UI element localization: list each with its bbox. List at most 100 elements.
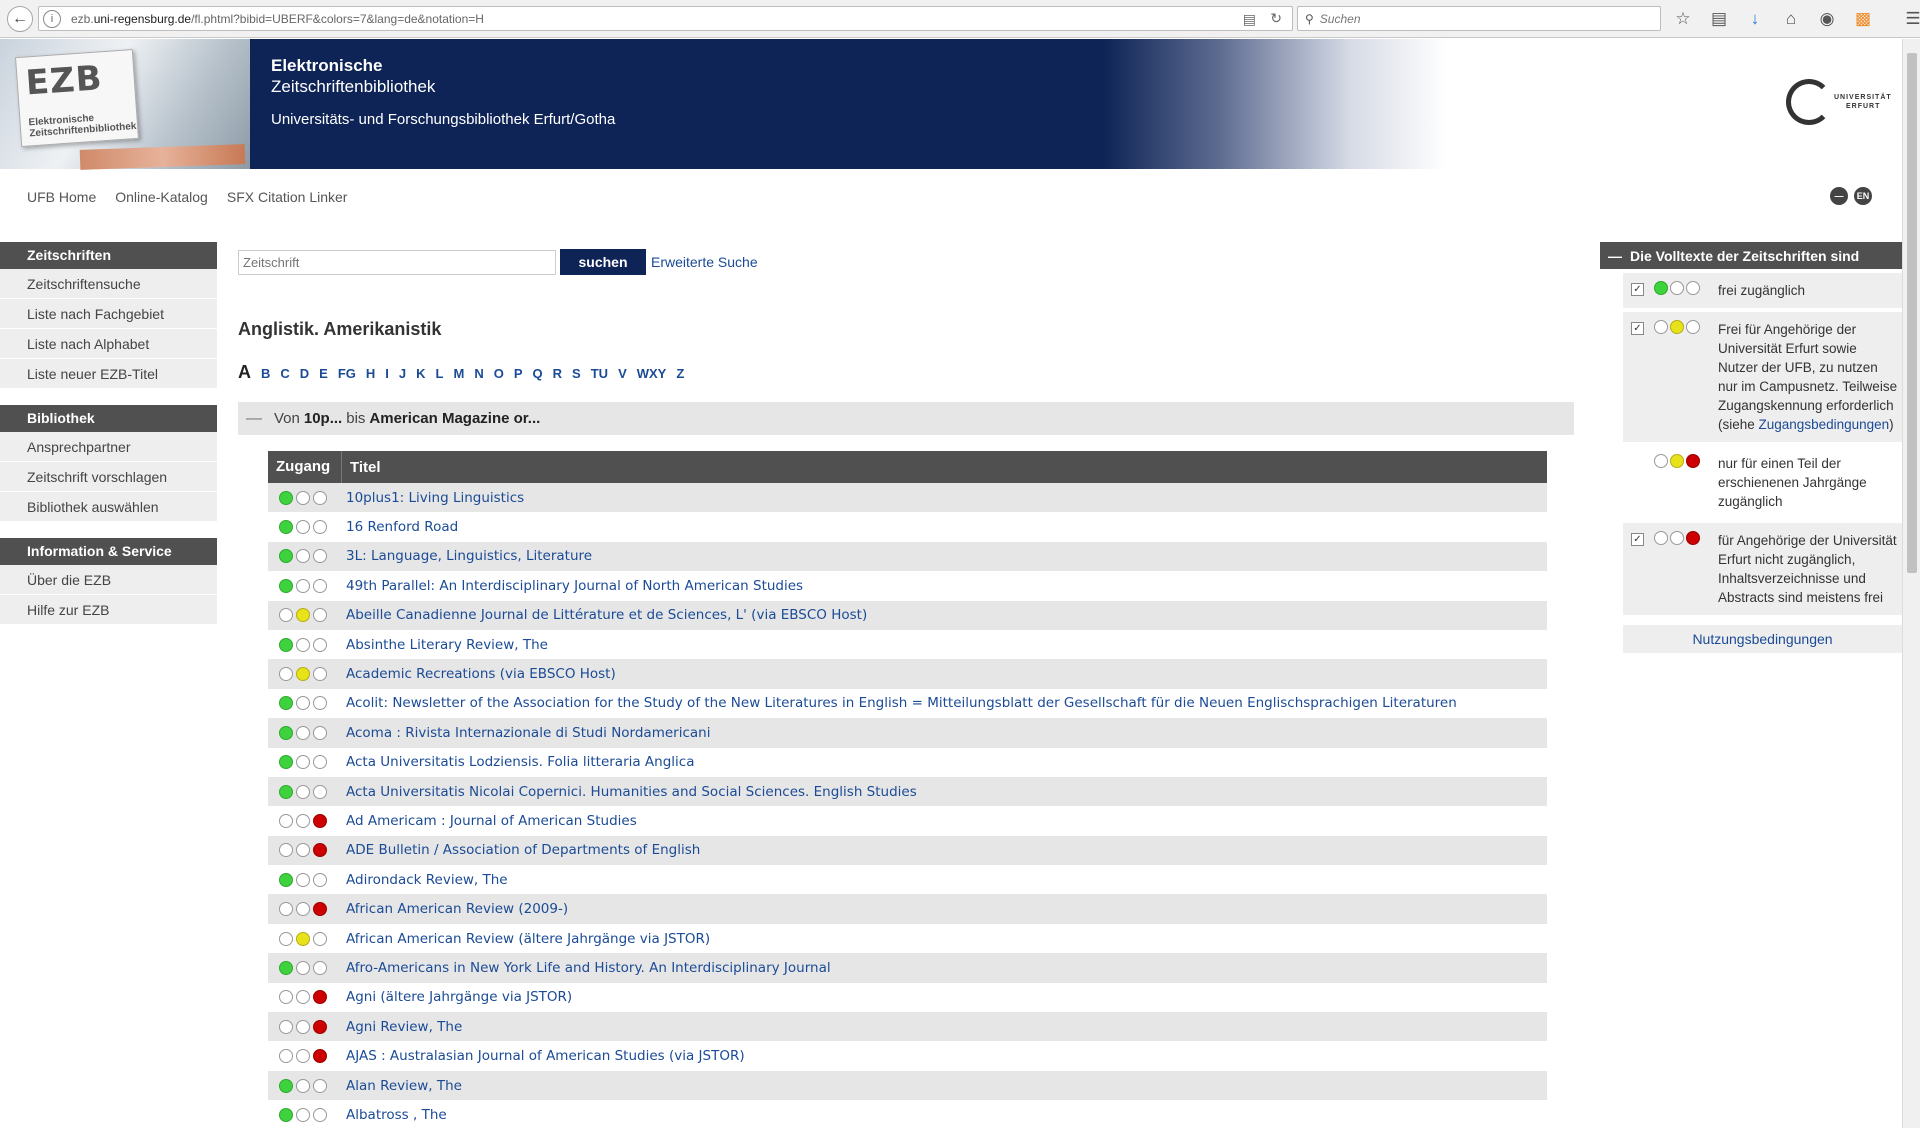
rss-icon[interactable]: ▩ [1850, 6, 1876, 32]
alpha-letter-tu[interactable]: TU [591, 366, 608, 381]
legend-light-2-icon [1670, 320, 1684, 334]
alpha-letter-e[interactable]: E [319, 366, 328, 381]
sidebar-item-neue-titel[interactable]: Liste neuer EZB-Titel [0, 359, 217, 389]
sidebar-item-liste-fachgebiet[interactable]: Liste nach Fachgebiet [0, 299, 217, 329]
bookmark-star-icon[interactable]: ☆ [1670, 6, 1696, 32]
journal-title-link[interactable]: Albatross , The [346, 1107, 447, 1123]
journal-title-link[interactable]: Ad Americam : Journal of American Studie… [346, 813, 637, 829]
search-button[interactable]: suchen [560, 249, 646, 275]
alpha-letter-k[interactable]: K [416, 366, 425, 381]
download-icon[interactable]: ↓ [1742, 6, 1768, 32]
journal-title-link[interactable]: Academic Recreations (via EBSCO Host) [346, 666, 616, 682]
university-logo[interactable]: UNIVERSITÄT ERFURT [1786, 79, 1892, 125]
access-light-2-icon [296, 637, 310, 652]
reader-view-icon[interactable]: ▤ [1243, 11, 1256, 28]
legend-checkbox[interactable]: ✓ [1631, 322, 1644, 335]
info-icon[interactable]: i [43, 9, 61, 28]
journal-title-link[interactable]: 3L: Language, Linguistics, Literature [346, 548, 592, 564]
nutzungsbedingungen-link[interactable]: Nutzungsbedingungen [1623, 625, 1902, 653]
collapse-minus-icon[interactable]: — [246, 410, 262, 428]
table-row: ADE Bulletin / Association of Department… [268, 835, 1547, 866]
sidebar-item-ueber-ezb[interactable]: Über die EZB [0, 565, 217, 595]
sidebar-item-hilfe[interactable]: Hilfe zur EZB [0, 595, 217, 625]
journal-title-link[interactable]: Afro-Americans in New York Life and Hist… [346, 960, 831, 976]
alpha-letter-c[interactable]: C [280, 366, 289, 381]
journal-title-link[interactable]: African American Review (2009-) [346, 901, 568, 917]
journal-title-link[interactable]: Acolit: Newsletter of the Association fo… [346, 695, 1457, 711]
journal-title-link[interactable]: African American Review (ältere Jahrgäng… [346, 931, 710, 947]
access-light-2-icon [296, 1078, 310, 1093]
pocket-icon[interactable]: ◉ [1814, 6, 1840, 32]
nav-online-katalog[interactable]: Online-Katalog [115, 189, 208, 205]
journal-title-link[interactable]: 10plus1: Living Linguistics [346, 490, 524, 506]
alpha-letter-d[interactable]: D [300, 366, 309, 381]
alpha-letter-p[interactable]: P [514, 366, 523, 381]
url-bar[interactable]: i ezb.uni-regensburg.de/fl.phtml?bibid=U… [38, 6, 1293, 31]
sidebar-item-liste-alphabet[interactable]: Liste nach Alphabet [0, 329, 217, 359]
sidebar-item-zeitschriftensuche[interactable]: Zeitschriftensuche [0, 269, 217, 299]
legend-checkbox[interactable]: ✓ [1631, 533, 1644, 546]
journal-title-link[interactable]: Acta Universitatis Nicolai Copernici. Hu… [346, 784, 917, 800]
alpha-letter-q[interactable]: Q [533, 366, 543, 381]
alpha-letter-wxy[interactable]: WXY [637, 366, 667, 381]
collapse-icon[interactable]: — [1830, 187, 1848, 205]
journal-title-link[interactable]: Abeille Canadienne Journal de Littératur… [346, 607, 867, 623]
home-icon[interactable]: ⌂ [1778, 6, 1804, 32]
sidebar-item-vorschlagen[interactable]: Zeitschrift vorschlagen [0, 462, 217, 492]
alpha-letter-fg[interactable]: FG [338, 366, 356, 381]
reload-icon[interactable]: ↻ [1270, 10, 1282, 27]
search-icon: ⚲ [1305, 11, 1314, 26]
access-traffic-light [268, 520, 346, 535]
scrollbar-thumb[interactable] [1907, 53, 1917, 573]
journal-title-link[interactable]: Acta Universitatis Lodziensis. Folia lit… [346, 754, 695, 770]
alpha-letter-o[interactable]: O [494, 366, 504, 381]
reading-list-icon[interactable]: ▤ [1706, 6, 1732, 32]
journal-search-input[interactable] [238, 249, 556, 275]
language-en-icon[interactable]: EN [1854, 187, 1872, 205]
alpha-letter-i[interactable]: I [385, 366, 389, 381]
legend-collapse-icon[interactable]: — [1608, 248, 1622, 264]
ezb-logo[interactable]: EZB Elektronische Zeitschriftenbibliothek [15, 48, 139, 148]
advanced-search-link[interactable]: Erweiterte Suche [651, 254, 758, 270]
menu-icon[interactable]: ☰ [1900, 6, 1920, 32]
logo-mark: EZB [24, 58, 104, 104]
alpha-letter-l[interactable]: L [436, 366, 444, 381]
journal-title-link[interactable]: 49th Parallel: An Interdisciplinary Jour… [346, 578, 803, 594]
journal-title-link[interactable]: ADE Bulletin / Association of Department… [346, 842, 700, 858]
alpha-letter-v[interactable]: V [618, 366, 627, 381]
journal-title-link[interactable]: Agni Review, The [346, 1019, 462, 1035]
column-header-access: Zugang [268, 451, 342, 483]
nav-sfx-citation-linker[interactable]: SFX Citation Linker [227, 189, 348, 205]
alpha-letter-n[interactable]: N [474, 366, 483, 381]
legend-text: für Angehörige der Universität Erfurt ni… [1718, 533, 1897, 605]
access-light-2-icon [296, 1107, 310, 1122]
alpha-letter-h[interactable]: H [366, 366, 375, 381]
journal-title-link[interactable]: AJAS : Australasian Journal of American … [346, 1048, 745, 1064]
journal-title-link[interactable]: Alan Review, The [346, 1078, 462, 1094]
access-traffic-light [268, 578, 346, 593]
alphabet-nav: A B C D E FG H I J K L M N O P Q R S TU V WXY Z [238, 362, 684, 383]
journal-title-link[interactable]: 16 Renford Road [346, 519, 458, 535]
nav-ufb-home[interactable]: UFB Home [27, 189, 96, 205]
alpha-letter-b[interactable]: B [261, 366, 270, 381]
alpha-letter-r[interactable]: R [553, 366, 562, 381]
back-button[interactable]: ← [7, 6, 33, 32]
journal-title-link[interactable]: Adirondack Review, The [346, 872, 508, 888]
journal-title-link[interactable]: Absinthe Literary Review, The [346, 637, 548, 653]
range-header[interactable]: — Von 10p... bis American Magazine or... [238, 402, 1574, 435]
zugangsbedingungen-link[interactable]: Zugangsbedingungen [1759, 417, 1890, 432]
legend-heading[interactable]: — Die Volltexte der Zeitschriften sind [1600, 242, 1902, 269]
journal-title-link[interactable]: Agni (ältere Jahrgänge via JSTOR) [346, 989, 572, 1005]
table-row: Albatross , The [268, 1100, 1547, 1128]
alpha-letter-j[interactable]: J [399, 366, 406, 381]
browser-search-box[interactable]: ⚲ Suchen [1297, 6, 1661, 31]
journal-title-link[interactable]: Acoma : Rivista Internazionale di Studi … [346, 725, 710, 741]
access-traffic-light [268, 637, 346, 652]
legend-checkbox[interactable]: ✓ [1631, 283, 1644, 296]
sidebar-item-ansprechpartner[interactable]: Ansprechpartner [0, 432, 217, 462]
alpha-letter-z[interactable]: Z [676, 366, 684, 381]
sidebar-item-bibliothek-auswaehlen[interactable]: Bibliothek auswählen [0, 492, 217, 522]
alpha-letter-s[interactable]: S [572, 366, 581, 381]
page-scrollbar[interactable] [1902, 39, 1920, 1128]
alpha-letter-m[interactable]: M [454, 366, 465, 381]
